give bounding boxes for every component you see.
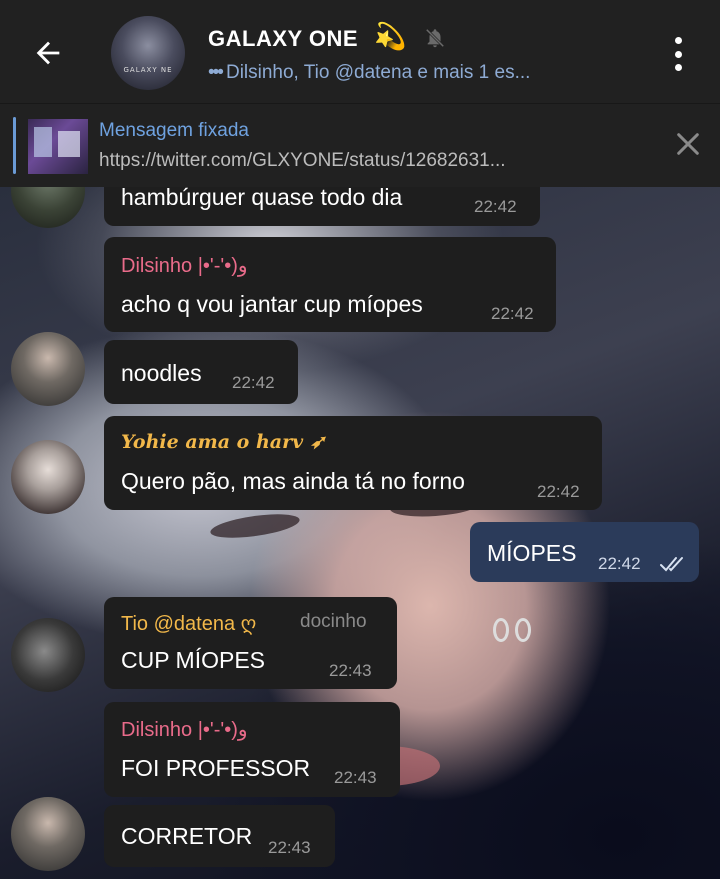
read-receipt-icon — [660, 557, 683, 572]
avatar-label: GALAXY NE — [123, 66, 173, 74]
message-bubble[interactable]: noodles 22:42 — [104, 340, 298, 404]
chat-header: GALAXY NE GALAXY ONE 💫 ••• Dilsinho, Tio … — [0, 0, 720, 103]
message-time: 22:42 — [598, 554, 641, 573]
message-text: acho q vou jantar cup míopes — [121, 291, 423, 317]
group-title[interactable]: GALAXY ONE — [208, 26, 358, 52]
message-time: 22:43 — [268, 838, 311, 857]
message-time: 22:42 — [474, 197, 517, 216]
message-text: Quero pão, mas ainda tá no forno — [121, 468, 465, 494]
typing-indicator: ••• — [208, 62, 224, 83]
back-arrow-icon — [36, 41, 60, 65]
sender-name[interactable]: Yohie ama o harv ➶ — [121, 431, 326, 453]
message-text: hambúrguer quase todo dia — [121, 184, 403, 210]
pinned-link-text[interactable]: https://twitter.com/GLXYONE/status/12682… — [99, 150, 506, 172]
more-vert-icon — [674, 50, 682, 58]
group-subtitle: ••• Dilsinho, Tio @datena e mais 1 es... — [208, 62, 530, 84]
sender-avatar[interactable] — [11, 618, 85, 692]
close-icon[interactable] — [672, 128, 704, 160]
sender-avatar[interactable] — [11, 797, 85, 871]
message-text: FOI PROFESSOR — [121, 755, 311, 781]
message-bubble[interactable]: CORRETOR 22:43 — [104, 805, 335, 867]
pinned-message-bar[interactable]: Mensagem fixada https://twitter.com/GLXY… — [0, 103, 720, 187]
mute-icon — [425, 28, 445, 48]
message-time: 22:42 — [537, 482, 580, 501]
pinned-accent-line — [13, 117, 16, 174]
dizzy-star-emoji: 💫 — [374, 22, 407, 52]
message-text: noodles — [121, 360, 202, 386]
wallpaper-detail — [493, 618, 509, 642]
message-time: 22:43 — [334, 768, 377, 787]
sender-avatar[interactable] — [11, 440, 85, 514]
message-bubble[interactable]: Dilsinho |•'-'•)و FOI PROFESSOR 22:43 — [104, 702, 400, 797]
more-options-button[interactable] — [660, 34, 696, 74]
more-vert-icon — [674, 37, 682, 44]
message-bubble[interactable]: Dilsinho |•'-'•)و acho q vou jantar cup … — [104, 237, 556, 332]
message-time: 22:43 — [329, 661, 372, 680]
message-bubble[interactable]: Tio @datena ღ docinho CUP MÍOPES 22:43 — [104, 597, 397, 689]
back-button[interactable] — [22, 30, 74, 76]
pinned-thumbnail — [28, 119, 88, 174]
sender-name[interactable]: Dilsinho |•'-'•)و — [121, 253, 248, 278]
message-time: 22:42 — [232, 373, 275, 392]
more-vert-icon — [674, 64, 682, 71]
member-tag: docinho — [300, 611, 367, 632]
sender-name[interactable]: Tio @datena ღ — [121, 611, 256, 636]
pinned-label: Mensagem fixada — [99, 120, 249, 141]
wallpaper-detail — [209, 509, 301, 543]
message-text: MÍOPES — [487, 540, 577, 566]
message-time: 22:42 — [491, 304, 534, 323]
group-avatar[interactable]: GALAXY NE — [111, 16, 185, 90]
message-text: CUP MÍOPES — [121, 647, 265, 673]
wallpaper-detail — [515, 618, 531, 642]
typing-members-text: Dilsinho, Tio @datena e mais 1 es... — [225, 62, 531, 83]
outgoing-message-bubble[interactable]: MÍOPES 22:42 — [470, 522, 699, 582]
sender-name[interactable]: Dilsinho |•'-'•)و — [121, 717, 248, 742]
message-text: CORRETOR — [121, 823, 253, 849]
sender-avatar[interactable] — [11, 332, 85, 406]
message-bubble[interactable]: Yohie ama o harv ➶ Quero pão, mas ainda … — [104, 416, 602, 510]
